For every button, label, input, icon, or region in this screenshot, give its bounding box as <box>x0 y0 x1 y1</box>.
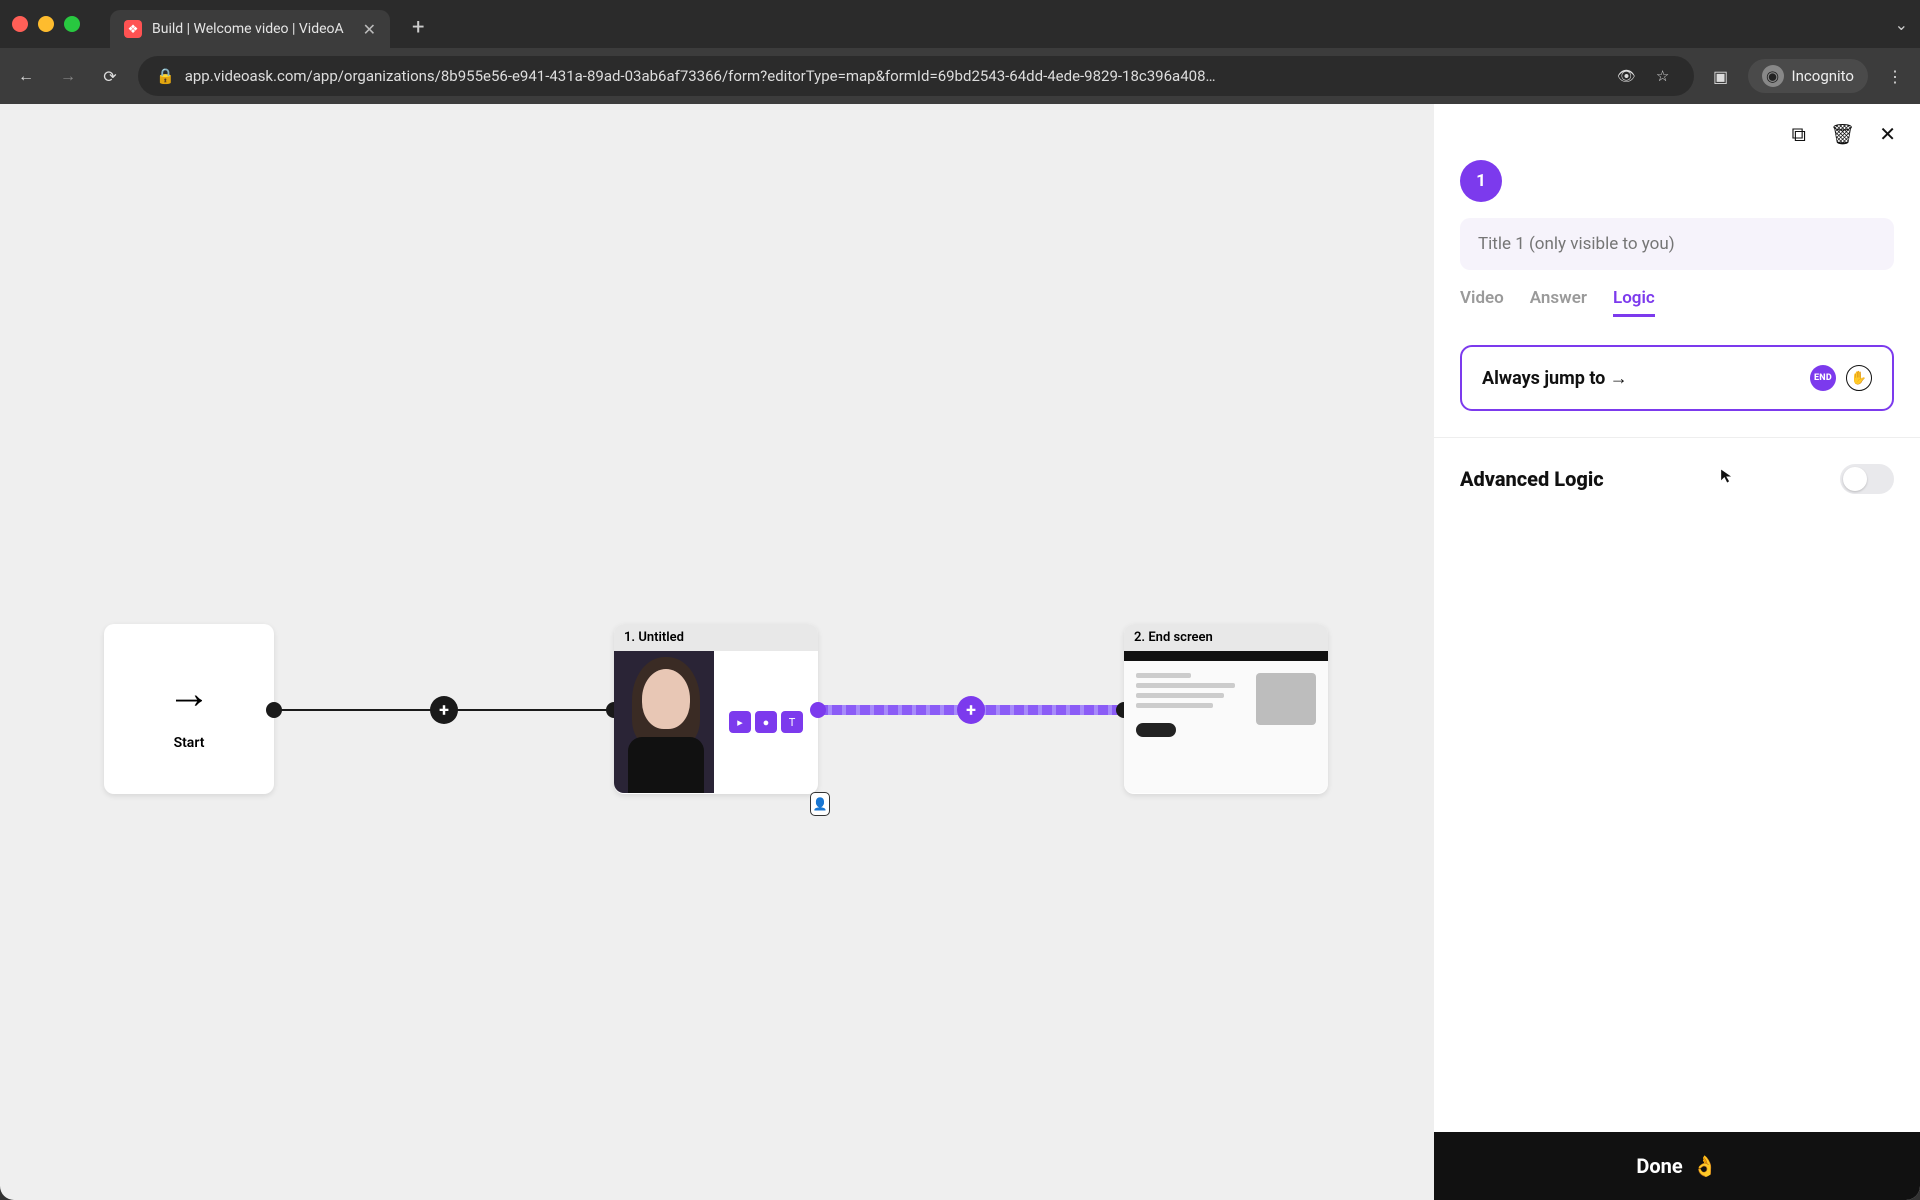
eye-off-icon[interactable]: 👁 <box>1614 67 1640 85</box>
toggle-knob <box>1843 467 1867 491</box>
add-step-button[interactable]: + <box>430 696 458 724</box>
extensions-icon[interactable]: ▣ <box>1708 67 1734 86</box>
url-text: app.videoask.com/app/organizations/8b955… <box>185 67 1604 85</box>
answer-audio-icon[interactable]: ● <box>755 711 777 733</box>
step-title: 1. Untitled <box>614 624 818 651</box>
titlebar: ❖ Build | Welcome video | VideoA ✕ + ⌄ <box>0 0 1920 48</box>
window-controls <box>12 16 80 32</box>
divider <box>1434 437 1920 438</box>
tab-logic[interactable]: Logic <box>1613 288 1655 317</box>
start-label: Start <box>174 735 205 751</box>
start-node[interactable]: → Start <box>104 624 274 794</box>
done-button[interactable]: Done 👌 <box>1434 1132 1920 1200</box>
incognito-label: Incognito <box>1792 67 1854 85</box>
tab-close-icon[interactable]: ✕ <box>363 20 376 39</box>
nav-forward-button[interactable]: → <box>54 66 82 86</box>
tabs-dropdown-icon[interactable]: ⌄ <box>1895 15 1908 34</box>
responses-badge-icon[interactable]: 👤 <box>810 792 830 816</box>
end-screen-preview <box>1124 651 1328 793</box>
close-icon[interactable]: ✕ <box>1879 122 1896 146</box>
step-body: ▸ ● T <box>614 651 818 793</box>
tab-video[interactable]: Video <box>1460 288 1504 317</box>
jump-target-end-chip[interactable]: END <box>1810 365 1836 391</box>
step-title-input[interactable] <box>1460 218 1894 270</box>
nav-back-button[interactable]: ← <box>12 66 40 86</box>
bookmark-star-icon[interactable]: ☆ <box>1650 67 1676 85</box>
jump-rule-label: Always jump to → <box>1482 368 1800 389</box>
tab-answer[interactable]: Answer <box>1530 288 1587 317</box>
window-minimize-button[interactable] <box>38 16 54 32</box>
advanced-logic-label: Advanced Logic <box>1460 467 1604 491</box>
app-viewport: → Start + 1. Untitled ▸ ● T <box>0 104 1920 1200</box>
answer-video-icon[interactable]: ▸ <box>729 711 751 733</box>
window-maximize-button[interactable] <box>64 16 80 32</box>
address-bar[interactable]: 🔒 app.videoask.com/app/organizations/8b9… <box>138 56 1694 96</box>
incognito-chip[interactable]: ◉ Incognito <box>1748 59 1868 93</box>
ok-hand-icon: 👌 <box>1693 1154 1718 1178</box>
end-image-placeholder <box>1256 673 1316 725</box>
step-node-1[interactable]: 1. Untitled ▸ ● T <box>614 624 818 794</box>
tab-title: Build | Welcome video | VideoA <box>152 21 353 37</box>
answer-types: ▸ ● T <box>714 651 818 793</box>
nav-reload-button[interactable]: ⟳ <box>96 67 124 86</box>
jump-rule[interactable]: Always jump to → END ✋ <box>1460 345 1894 411</box>
done-label: Done <box>1636 1154 1682 1178</box>
flow-canvas[interactable]: → Start + 1. Untitled ▸ ● T <box>0 104 1434 1200</box>
advanced-logic-toggle[interactable] <box>1840 464 1894 494</box>
step-node-end[interactable]: 2. End screen <box>1124 624 1328 794</box>
advanced-logic-row: Advanced Logic <box>1434 450 1920 508</box>
browser-chrome: ❖ Build | Welcome video | VideoA ✕ + ⌄ ←… <box>0 0 1920 104</box>
tab-favicon-icon: ❖ <box>124 20 142 38</box>
start-arrow-icon: → <box>167 667 211 719</box>
editor-sidebar: ⧉ 🗑 ✕ 1 Video Answer Logic Always jump t… <box>1434 104 1920 1200</box>
jump-target-goodbye-icon[interactable]: ✋ <box>1846 365 1872 391</box>
video-thumbnail[interactable] <box>614 651 714 793</box>
step-number-badge: 1 <box>1460 160 1502 202</box>
browser-toolbar: ← → ⟳ 🔒 app.videoask.com/app/organizatio… <box>0 48 1920 104</box>
new-tab-button[interactable]: + <box>412 15 424 40</box>
connector-endpoint[interactable] <box>266 702 282 718</box>
incognito-icon: ◉ <box>1762 65 1784 87</box>
connector-endpoint[interactable] <box>810 702 826 718</box>
sidebar-actions: ⧉ 🗑 ✕ <box>1434 104 1920 156</box>
lock-icon: 🔒 <box>156 67 175 85</box>
answer-text-icon[interactable]: T <box>781 711 803 733</box>
sidebar-tabs: Video Answer Logic <box>1434 288 1920 331</box>
delete-icon[interactable]: 🗑 <box>1830 122 1855 146</box>
window-close-button[interactable] <box>12 16 28 32</box>
add-step-button[interactable]: + <box>957 696 985 724</box>
duplicate-icon[interactable]: ⧉ <box>1792 122 1806 146</box>
browser-tab[interactable]: ❖ Build | Welcome video | VideoA ✕ <box>110 10 390 48</box>
browser-menu-icon[interactable]: ⋮ <box>1882 67 1908 86</box>
step-title: 2. End screen <box>1124 624 1328 651</box>
